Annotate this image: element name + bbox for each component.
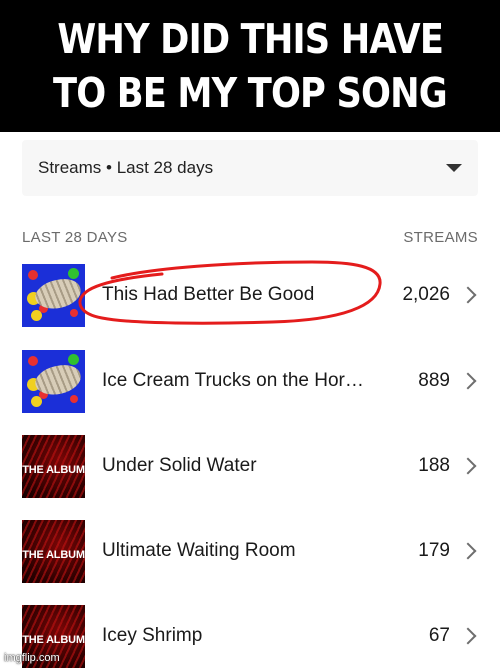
meme-caption: WHY DID THIS HAVE TO BE MY TOP SONG <box>0 0 500 132</box>
imgflip-watermark: imgflip.com <box>4 652 60 664</box>
song-title: Ice Cream Trucks on the Hor… <box>102 370 364 391</box>
album-art-text: THE ALBUM <box>22 463 85 476</box>
caret-down-icon <box>446 164 462 172</box>
chevron-right-icon <box>459 627 477 645</box>
stream-count: 2,026 <box>402 284 450 305</box>
streams-column-header: STREAMS <box>403 228 478 246</box>
song-row[interactable]: THE ALBUM Ultimate Waiting Room 179 <box>22 519 478 583</box>
chevron-right-icon <box>459 372 477 390</box>
list-header: LAST 28 DAYS STREAMS <box>22 226 478 248</box>
stream-count: 67 <box>428 625 450 646</box>
song-title: This Had Better Be Good <box>102 284 315 305</box>
album-art-text: THE ALBUM <box>22 548 85 561</box>
dropdown-label: Streams • Last 28 days <box>38 158 214 177</box>
song-row[interactable]: Ice Cream Trucks on the Hor… 889 <box>22 349 478 413</box>
grub-blue-art <box>22 263 85 327</box>
caption-line-1: WHY DID THIS HAVE <box>57 15 444 63</box>
red-album-art: THE ALBUM <box>22 434 85 498</box>
chevron-right-icon <box>459 542 477 560</box>
streams-period-dropdown[interactable]: Streams • Last 28 days <box>22 140 478 196</box>
song-row[interactable]: THE ALBUM Icey Shrimp 67 <box>22 604 478 668</box>
stream-count: 179 <box>418 540 450 561</box>
song-row[interactable]: THE ALBUM Under Solid Water 188 <box>22 434 478 498</box>
period-column-header: LAST 28 DAYS <box>22 228 128 246</box>
album-art-text: THE ALBUM <box>22 633 85 646</box>
chevron-right-icon <box>459 286 477 304</box>
red-album-art: THE ALBUM <box>22 519 85 583</box>
stream-count: 889 <box>418 370 450 391</box>
song-title: Under Solid Water <box>102 455 257 476</box>
grub-blue-art <box>22 349 85 413</box>
song-row[interactable]: This Had Better Be Good 2,026 <box>22 263 478 327</box>
chevron-right-icon <box>459 457 477 475</box>
stream-count: 188 <box>418 455 450 476</box>
song-title: Ultimate Waiting Room <box>102 540 296 561</box>
song-title: Icey Shrimp <box>102 625 203 646</box>
caption-line-2: TO BE MY TOP SONG <box>53 69 448 117</box>
